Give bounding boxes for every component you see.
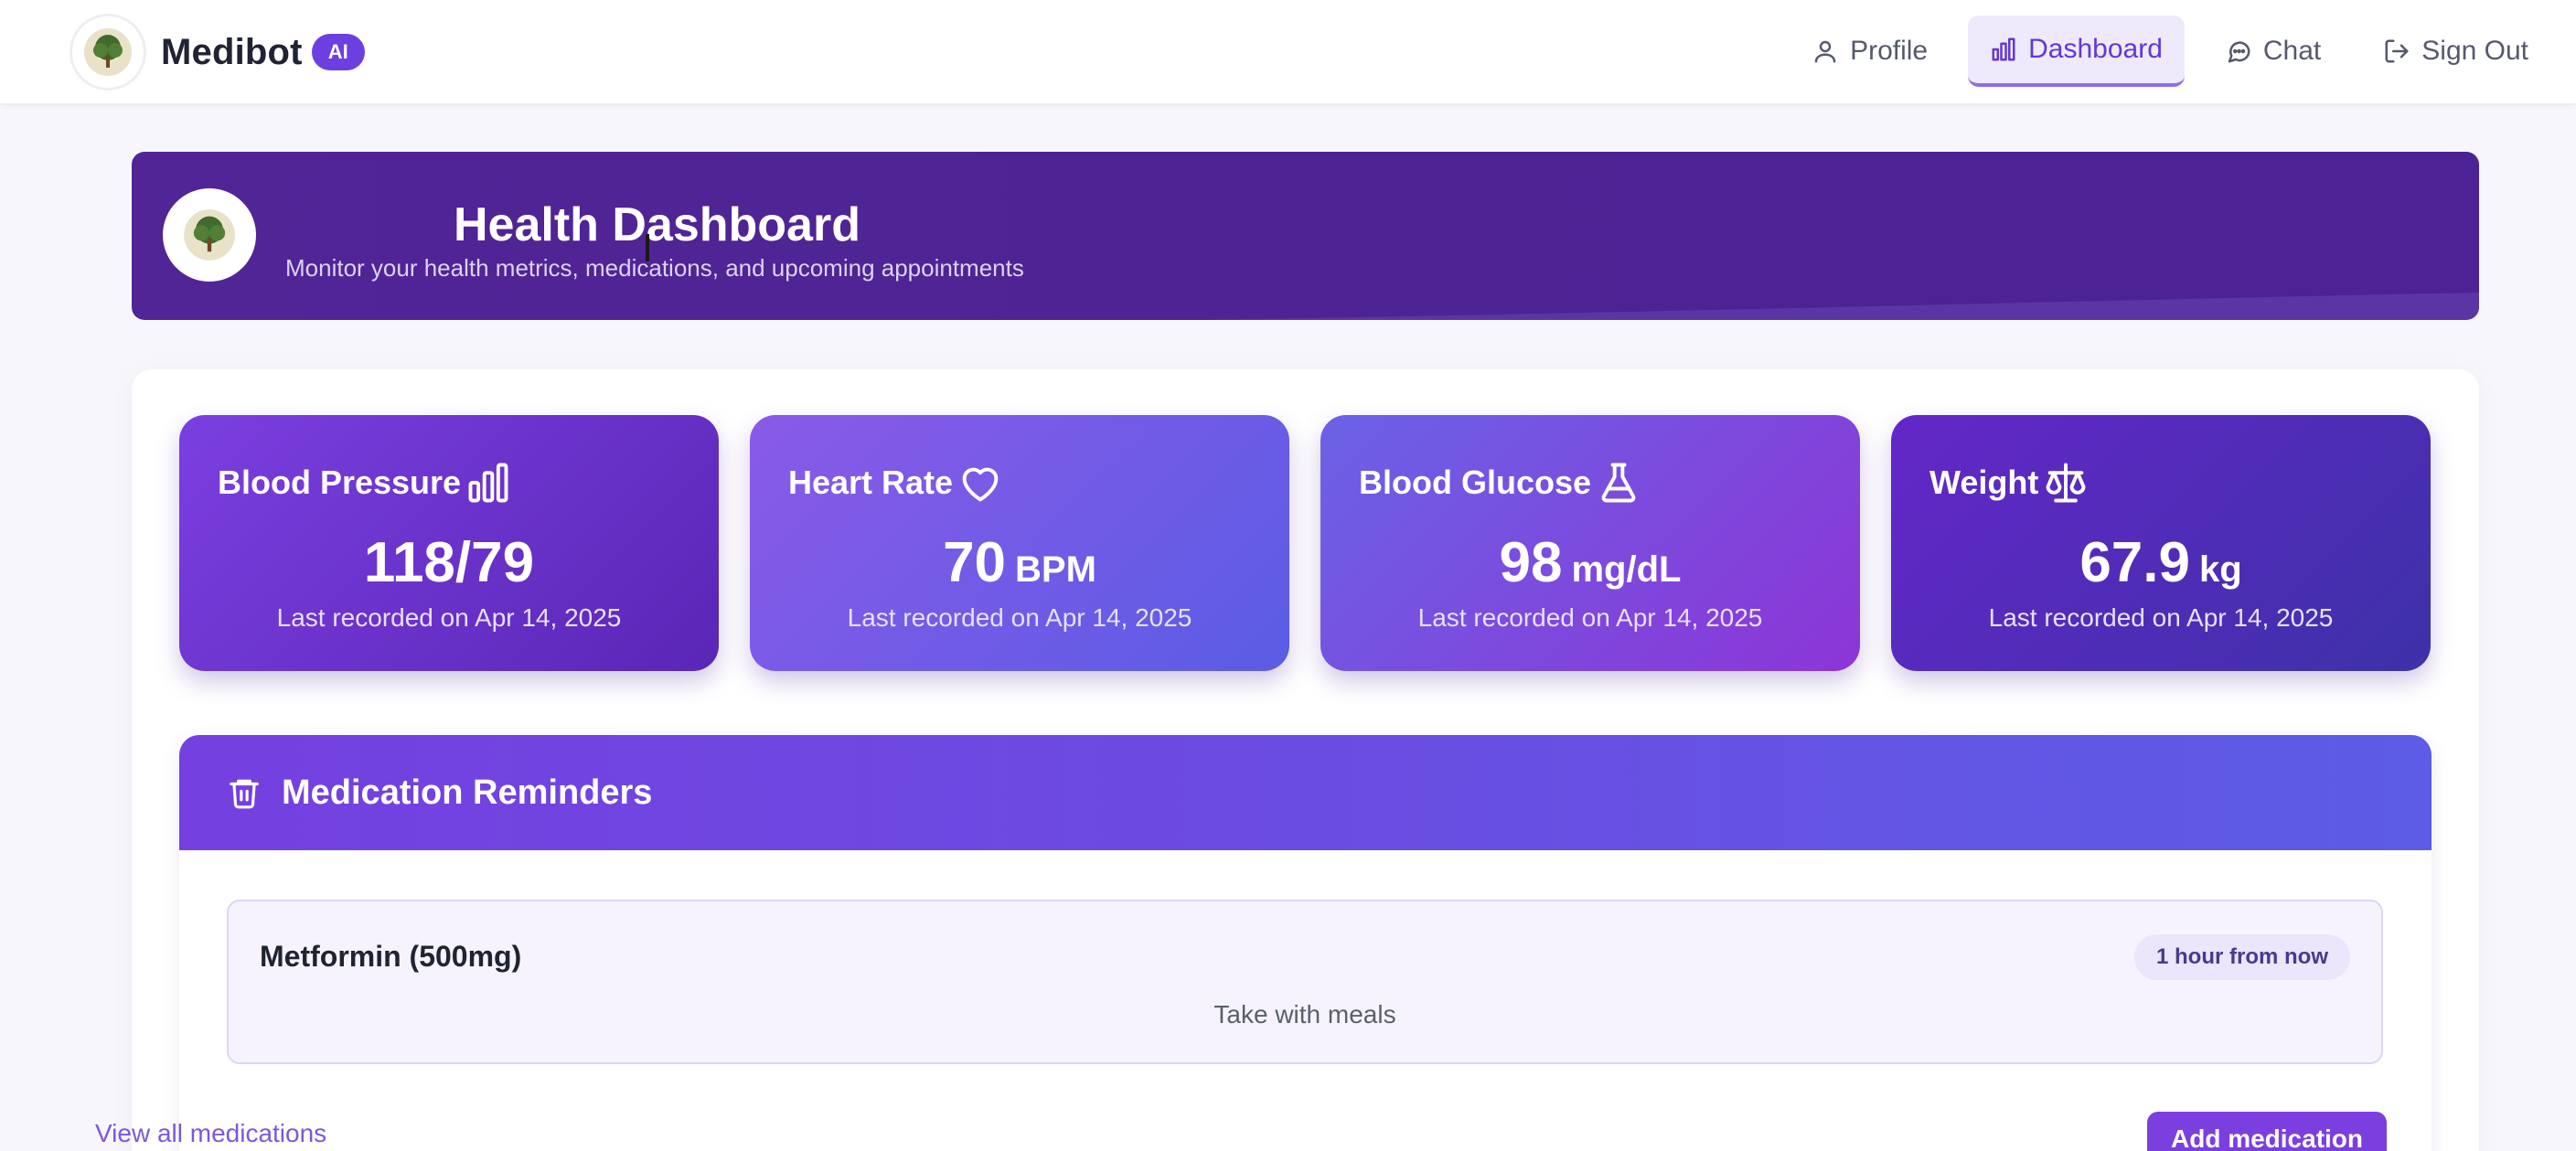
metric-card-blood-glucose[interactable]: Blood Glucose 98 mg/dL Last recorded on A… <box>1320 415 1860 671</box>
metric-value: 67.9 <box>2079 531 2190 594</box>
nav-profile-label: Profile <box>1850 36 1929 66</box>
medication-reminders-header: Medication Reminders <box>179 735 2432 850</box>
dashboard-hero: Health Dashboard Monitor your health met… <box>132 152 2479 320</box>
metric-title: Weight <box>1929 464 2039 501</box>
medication-item[interactable]: Metformin (500mg) 1 hour from now Take w… <box>227 900 2383 1064</box>
metric-last-recorded: Last recorded on Apr 14, 2025 <box>276 603 622 632</box>
nav-links: Profile Dashboard Chat Sign Out <box>1790 15 2550 88</box>
metric-value: 70 <box>943 531 1007 594</box>
top-navbar: Medibot AI Profile Dashboard Chat Sign O… <box>0 0 2576 105</box>
metric-title: Blood Pressure <box>218 464 462 501</box>
tree-logo-icon <box>69 14 146 91</box>
nav-dashboard-label: Dashboard <box>2028 34 2163 64</box>
metric-last-recorded: Last recorded on Apr 14, 2025 <box>847 603 1192 632</box>
trash-icon <box>230 779 259 809</box>
metric-title: Blood Glucose <box>1359 464 1592 501</box>
nav-chat-label: Chat <box>2262 36 2322 66</box>
page-title: Health Dashboard <box>454 198 860 251</box>
medication-reminders-title: Medication Reminders <box>282 773 653 812</box>
bar-chart-icon <box>1992 37 2015 61</box>
bar-chart-icon <box>468 463 508 503</box>
page-subtitle: Monitor your health metrics, medications… <box>285 254 1024 282</box>
metric-card-weight[interactable]: Weight 67.9 kg Last recorded on Apr 14, 2… <box>1891 415 2431 671</box>
metric-card-heart-rate[interactable]: Heart Rate 70 BPM Last recorded on Apr 14… <box>750 415 1289 671</box>
nav-sign-out[interactable]: Sign Out <box>2361 16 2550 87</box>
app-name: Medibot <box>161 31 303 72</box>
brand[interactable]: Medibot AI <box>69 13 365 91</box>
metric-value: 118/79 <box>363 531 535 594</box>
view-all-medications-link[interactable]: View all medications <box>95 1119 326 1148</box>
nav-dashboard[interactable]: Dashboard <box>1968 16 2185 87</box>
add-medication-button[interactable]: Add medication <box>2147 1112 2388 1151</box>
nav-profile[interactable]: Profile <box>1790 16 1950 87</box>
medication-note: Take with meals <box>1213 1000 1396 1028</box>
metric-last-recorded: Last recorded on Apr 14, 2025 <box>1417 603 1763 632</box>
heart-icon <box>962 467 999 502</box>
medication-reminders-card: Medication Reminders Metformin (500mg) 1… <box>179 735 2432 1151</box>
metric-card-blood-pressure[interactable]: Blood Pressure 118/79 Last recorded on A… <box>179 415 719 671</box>
dashboard-panel: Blood Pressure 118/79 Last recorded on A… <box>132 369 2479 1151</box>
text-cursor <box>646 234 649 261</box>
metric-value: 98 <box>1499 531 1563 594</box>
chat-bubble-icon <box>2228 41 2250 63</box>
scale-icon <box>2046 463 2086 503</box>
metric-cards: Blood Pressure 118/79 Last recorded on A… <box>179 415 2431 671</box>
medication-time-badge: 1 hour from now <box>2134 934 2350 980</box>
medication-name: Metformin (500mg) <box>260 940 522 973</box>
nav-chat[interactable]: Chat <box>2203 16 2343 87</box>
hero-logo-icon <box>163 188 256 282</box>
metric-unit: kg <box>2198 549 2242 590</box>
nav-sign-out-label: Sign Out <box>2421 36 2528 66</box>
user-icon <box>1814 40 1836 63</box>
metric-unit: BPM <box>1015 549 1096 590</box>
sign-out-icon <box>2385 39 2409 63</box>
metric-unit: mg/dL <box>1571 549 1682 590</box>
ai-badge: AI <box>311 34 365 70</box>
hero-wave-decoration <box>1199 293 2479 320</box>
metric-title: Heart Rate <box>788 464 954 501</box>
metric-last-recorded: Last recorded on Apr 14, 2025 <box>1988 603 2334 632</box>
flask-icon <box>1601 463 1636 503</box>
